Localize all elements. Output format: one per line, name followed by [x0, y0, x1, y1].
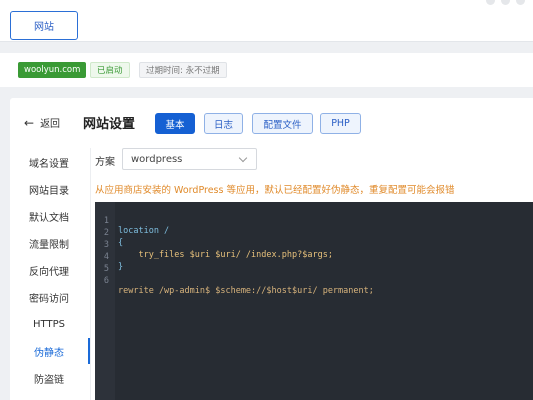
- window-dot[interactable]: [501, 0, 510, 5]
- window-dot[interactable]: [516, 0, 525, 5]
- settings-sidebar: 域名设置 网站目录 默认文档 流量限制 反向代理 密码访问 HTTPS 伪静态 …: [10, 148, 90, 400]
- sidebar-item-rewrite[interactable]: 伪静态: [10, 341, 88, 361]
- scheme-label: 方案: [95, 157, 115, 168]
- back-label: 返回: [40, 119, 61, 130]
- domain-badge[interactable]: woolyun.com: [18, 62, 87, 78]
- tab-config-file[interactable]: 配置文件: [252, 113, 313, 134]
- code-line: 3 try_files $uri $uri/ /index.php?$args;: [95, 230, 533, 260]
- arrow-left-icon: ←: [24, 115, 35, 130]
- settings-header: ← 返回 网站设置 基本 日志 配置文件 PHP: [10, 98, 533, 148]
- site-info-bar: woolyun.com 已启动 过期时间: 永不过期: [0, 53, 533, 87]
- chevron-down-icon: [238, 153, 248, 163]
- window-controls: [486, 0, 525, 5]
- sidebar-item-https[interactable]: HTTPS: [10, 314, 88, 334]
- line-number: 6: [103, 276, 109, 286]
- sidebar-item-traffic-limit[interactable]: 流量限制: [10, 233, 88, 253]
- rewrite-code-editor[interactable]: 1 location / 2 { 3 try_files $uri $uri/ …: [95, 202, 533, 400]
- code-line: 2 {: [95, 218, 533, 248]
- tab-website[interactable]: 网站: [10, 11, 78, 40]
- tab-logs[interactable]: 日志: [204, 113, 243, 134]
- sidebar-item-hotlink[interactable]: 防盗链: [10, 368, 88, 388]
- code-line: 1 location /: [95, 206, 533, 236]
- code-line: 4 }: [95, 242, 533, 272]
- tab-php[interactable]: PHP: [320, 113, 361, 134]
- window-dot[interactable]: [486, 0, 495, 5]
- code-text: rewrite /wp-admin$ $scheme://$host$uri/ …: [118, 286, 374, 296]
- sidebar-item-default-doc[interactable]: 默认文档: [10, 206, 88, 226]
- sidebar-divider: [90, 148, 91, 400]
- sidebar-item-password-access[interactable]: 密码访问: [10, 287, 88, 307]
- tab-basic[interactable]: 基本: [155, 113, 195, 134]
- scheme-select-value: wordpress: [131, 153, 183, 165]
- scheme-select[interactable]: wordpress: [122, 148, 257, 170]
- page-title: 网站设置: [83, 117, 136, 132]
- site-settings-panel: ← 返回 网站设置 基本 日志 配置文件 PHP 域名设置 网站目录 默认文档 …: [10, 98, 533, 400]
- top-bar: 网站: [0, 0, 533, 42]
- sidebar-item-reverse-proxy[interactable]: 反向代理: [10, 260, 88, 280]
- code-line: 5: [95, 254, 533, 274]
- status-badge: 已启动: [90, 62, 130, 78]
- sidebar-item-domain[interactable]: 域名设置: [10, 152, 88, 172]
- expire-badge: 过期时间: 永不过期: [139, 62, 227, 78]
- code-line: 6 rewrite /wp-admin$ $scheme://$host$uri…: [95, 266, 533, 296]
- rewrite-tip: 从应用商店安装的 WordPress 等应用，默认已经配置好伪静态，重复配置可能…: [95, 185, 455, 196]
- back-button[interactable]: ← 返回: [24, 115, 61, 131]
- sidebar-item-site-dir[interactable]: 网站目录: [10, 179, 88, 199]
